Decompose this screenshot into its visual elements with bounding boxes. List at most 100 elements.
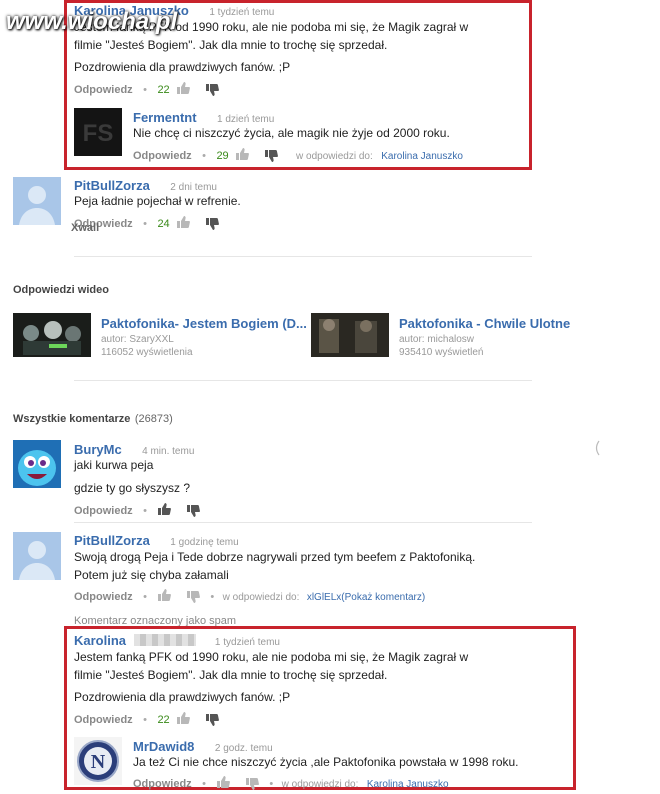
avatar-blue-creature-icon bbox=[13, 440, 61, 488]
all-comments-count: (26873) bbox=[134, 413, 173, 425]
video-thumbnail[interactable] bbox=[13, 313, 91, 357]
comment-text: gdzie ty go słyszysz ? bbox=[74, 481, 191, 495]
thumb-up-icon[interactable] bbox=[176, 712, 191, 724]
watermark-logo: www.wiocha.pl bbox=[6, 8, 178, 35]
video-views: 116052 wyświetlenia bbox=[101, 347, 193, 358]
comment-actions: Odpowiedz • • w odpowiedzi do: xlGlELx(P… bbox=[74, 587, 425, 605]
thumb-down-icon[interactable] bbox=[205, 218, 219, 230]
thumb-down-icon[interactable] bbox=[205, 84, 219, 96]
divider bbox=[74, 380, 532, 381]
reply-button[interactable]: Odpowiedz bbox=[74, 84, 133, 96]
comment-author[interactable]: MrDawid8 bbox=[133, 739, 194, 754]
bracket-icon bbox=[595, 440, 600, 456]
separator-dot: • bbox=[143, 84, 147, 96]
comment-text: jaki kurwa peja bbox=[74, 458, 154, 472]
thumb-down-icon[interactable] bbox=[186, 505, 200, 517]
avatar-fs-logo-icon: FS bbox=[74, 108, 122, 156]
thumb-down-icon[interactable] bbox=[186, 591, 200, 603]
in-reply-to-label: w odpowiedzi do: bbox=[281, 779, 359, 790]
comment-time: 1 tydzień temu bbox=[214, 637, 280, 648]
reply-button[interactable]: Odpowiedz bbox=[133, 778, 192, 790]
comment-author[interactable]: PitBullZorza bbox=[74, 533, 150, 548]
thumb-up-icon[interactable] bbox=[176, 216, 191, 228]
comment-text: Ja też Ci nie chce niszczyć życia ,ale P… bbox=[133, 755, 519, 769]
vote-count: 22 bbox=[157, 714, 170, 726]
video-thumbnail-image bbox=[311, 313, 389, 357]
video-author: autor: SzaryXXL bbox=[101, 334, 174, 345]
comment-actions: Odpowiedz • bbox=[74, 501, 200, 519]
comment-text: Peja ładnie pojechał w refrenie. bbox=[74, 194, 241, 208]
default-user-icon bbox=[13, 532, 61, 580]
comment-actions: Odpowiedz • • w odpowiedzi do: Karolina … bbox=[133, 774, 449, 792]
separator-dot: • bbox=[269, 778, 274, 790]
thumb-up-icon[interactable] bbox=[235, 148, 250, 160]
thumb-up-icon[interactable] bbox=[216, 776, 231, 788]
separator-dot: • bbox=[143, 714, 147, 726]
comment-author[interactable]: BuryMc bbox=[74, 442, 122, 457]
show-comment-link[interactable]: (Pokaż komentarz) bbox=[341, 592, 425, 603]
in-reply-to-link[interactable]: Karolina Januszko bbox=[381, 151, 463, 162]
xwall-watermark: Xwall bbox=[71, 222, 100, 234]
reply-button[interactable]: Odpowiedz bbox=[133, 150, 192, 162]
video-thumbnail-image bbox=[13, 313, 91, 357]
in-reply-to-link[interactable]: Karolina Januszko bbox=[367, 779, 449, 790]
avatar[interactable] bbox=[13, 440, 61, 488]
comment-text: Pozdrowienia dla prawdziwych fanów. ;P bbox=[74, 690, 291, 704]
separator-dot: • bbox=[143, 591, 147, 603]
thumb-up-icon[interactable] bbox=[157, 589, 172, 601]
comment-text: filmie "Jesteś Bogiem". Jak dla mnie to … bbox=[74, 668, 388, 682]
video-views: 935410 wyświetleń bbox=[399, 347, 484, 358]
vote-count: 29 bbox=[216, 150, 229, 162]
thumb-down-icon[interactable] bbox=[245, 778, 259, 790]
thumb-down-icon[interactable] bbox=[205, 714, 219, 726]
default-user-icon bbox=[13, 177, 61, 225]
svg-text:N: N bbox=[91, 751, 106, 773]
comment-text: Pozdrowienia dla prawdziwych fanów. ;P bbox=[74, 60, 291, 74]
separator-dot: • bbox=[143, 218, 147, 230]
comment-time: 1 tydzień temu bbox=[209, 7, 275, 18]
separator-dot: • bbox=[202, 778, 206, 790]
thumb-up-icon[interactable] bbox=[157, 503, 172, 515]
in-reply-to-label: w odpowiedzi do: bbox=[222, 592, 300, 603]
vote-count: 24 bbox=[157, 218, 170, 230]
avatar-default[interactable] bbox=[13, 532, 61, 580]
comment-author[interactable]: Fermentnt bbox=[133, 110, 197, 125]
avatar[interactable]: N bbox=[74, 737, 122, 785]
comment-time: 1 godzinę temu bbox=[170, 537, 239, 548]
comment-actions: Odpowiedz • 29 w odpowiedzi do: Karolina… bbox=[133, 146, 463, 164]
avatar-default[interactable] bbox=[13, 177, 61, 225]
in-reply-to-label: w odpowiedzi do: bbox=[296, 151, 373, 162]
separator-dot: • bbox=[210, 591, 215, 603]
in-reply-to-link[interactable]: xlGlELx bbox=[307, 592, 341, 603]
thumb-up-icon[interactable] bbox=[176, 82, 191, 94]
comment-text: filmie "Jesteś Bogiem". Jak dla mnie to … bbox=[74, 38, 388, 52]
divider bbox=[74, 522, 532, 523]
reply-button[interactable]: Odpowiedz bbox=[74, 505, 133, 517]
video-responses-heading: Odpowiedzi wideo bbox=[13, 284, 109, 296]
video-author: autor: michalosw bbox=[399, 334, 475, 345]
divider bbox=[74, 256, 532, 257]
thumb-down-icon[interactable] bbox=[264, 150, 278, 162]
comment-text: Jestem fanką PFK od 1990 roku, ale nie p… bbox=[74, 650, 469, 664]
separator-dot: • bbox=[143, 505, 147, 517]
blurred-surname bbox=[134, 634, 197, 646]
reply-button[interactable]: Odpowiedz bbox=[74, 714, 133, 726]
avatar[interactable]: FS bbox=[74, 108, 122, 156]
all-comments-heading: Wszystkie komentarze (26873) bbox=[13, 409, 173, 427]
comment-actions: Odpowiedz • 22 bbox=[74, 80, 219, 98]
comment-author[interactable]: PitBullZorza bbox=[74, 178, 150, 193]
comment-actions: Odpowiedz • 22 bbox=[74, 710, 219, 728]
svg-text:FS: FS bbox=[83, 120, 114, 147]
all-comments-label: Wszystkie komentarze bbox=[13, 413, 131, 425]
comment-author[interactable]: Karolina bbox=[74, 633, 126, 648]
vote-count: 22 bbox=[157, 84, 170, 96]
avatar-n-logo-icon: N bbox=[74, 737, 122, 785]
video-thumbnail[interactable] bbox=[311, 313, 389, 357]
reply-button[interactable]: Odpowiedz bbox=[74, 591, 133, 603]
comment-text: Potem już się chyba załamali bbox=[74, 568, 229, 582]
comment-text: Nie chcę ci niszczyć życia, ale magik ni… bbox=[133, 126, 450, 140]
video-title-link[interactable]: Paktofonika - Chwile Ulotne bbox=[399, 316, 570, 331]
separator-dot: • bbox=[202, 150, 206, 162]
comment-text: Swoją drogą Peja i Tede dobrze nagrywali… bbox=[74, 550, 476, 564]
video-title-link[interactable]: Paktofonika- Jestem Bogiem (D... bbox=[101, 316, 307, 331]
